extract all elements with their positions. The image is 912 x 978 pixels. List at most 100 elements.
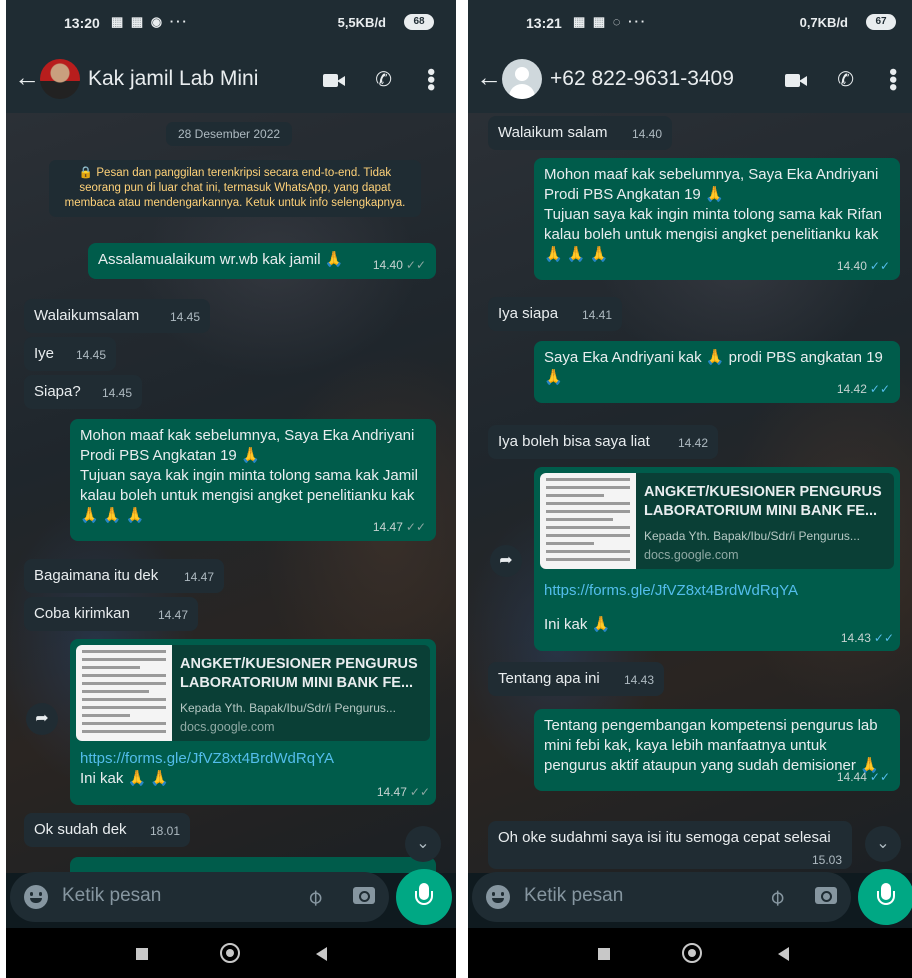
message-time: 14.47 (157, 608, 188, 622)
back-arrow-icon[interactable]: ← (14, 64, 40, 90)
link-message-outgoing[interactable]: ANGKET/KUESIONER PENGURUS LABORATORIUM M… (70, 639, 436, 805)
message-link[interactable]: https://forms.gle/JfVZ8xt4BrdWdRqYA (540, 577, 894, 615)
back-nav-icon[interactable] (778, 947, 789, 961)
message-text: Coba kirimkan (34, 605, 130, 622)
message-bubble-incoming[interactable]: Tentang apa ini 14.43 (488, 662, 664, 696)
message-text: Mohon maaf kak sebelumnya, Saya Eka Andr… (80, 427, 415, 464)
message-bubble-outgoing[interactable]: Mohon maaf kak sebelumnya, Saya Eka Andr… (70, 419, 436, 541)
home-icon[interactable] (682, 943, 702, 963)
link-description: Kepada Yth. Bapak/Ibu/Sdr/i Pengurus... (180, 701, 396, 715)
more-options-icon[interactable]: ••• (419, 68, 444, 91)
mic-button[interactable] (396, 869, 452, 925)
double-check-icon: ✓✓ (873, 631, 894, 645)
double-check-icon: ✓✓ (409, 785, 430, 799)
message-list: Walaikum salam 14.40 Mohon maaf kak sebe… (468, 113, 912, 873)
message-text: Tujuan saya kak ingin minta tolong sama … (544, 206, 882, 263)
chat-screen-left: 13:20 ▦ ▦ ◉ ··· 5,5KB/d 68 ← Kak jamil L… (6, 0, 456, 978)
back-nav-icon[interactable] (316, 947, 327, 961)
recents-icon[interactable] (136, 948, 148, 960)
link-title: ANGKET/KUESIONER PENGURUS LABORATORIUM M… (180, 656, 418, 691)
message-time: 14.42 (677, 436, 708, 450)
status-time: 13:20 (64, 15, 100, 31)
message-link[interactable]: https://forms.gle/JfVZ8xt4BrdWdRqYA (76, 749, 430, 769)
message-bubble-incoming[interactable]: Walaikumsalam 14.45 (24, 299, 210, 333)
forward-icon[interactable]: ➦ (490, 545, 522, 577)
more-options-icon[interactable]: ••• (881, 68, 906, 91)
message-bubble-outgoing[interactable]: Assalamualaikum wr.wb kak jamil 🙏 14.40 ✓… (88, 243, 436, 279)
message-bubble-incoming[interactable]: Ok sudah dek 18.01 (24, 813, 190, 847)
voice-call-icon[interactable]: ✆ (375, 69, 392, 91)
message-input[interactable]: Ketik pesan ⌀ (10, 872, 389, 922)
message-text: Assalamualaikum wr.wb kak jamil 🙏 (98, 251, 344, 268)
message-time: 14.42 (836, 382, 867, 396)
message-text: Ok sudah dek (34, 821, 127, 838)
encryption-notice[interactable]: 🔒 Pesan dan panggilan terenkripsi secara… (49, 160, 421, 217)
scroll-down-icon[interactable]: ⌄ (865, 826, 901, 862)
message-text: Tujuan saya kak ingin minta tolong sama … (80, 467, 418, 524)
input-placeholder: Ketik pesan (524, 885, 624, 906)
message-time: 14.40 (631, 127, 662, 141)
double-check-icon: ✓✓ (405, 520, 426, 534)
message-time: 14.40 (836, 259, 867, 273)
status-bar: 13:21 ▦ ▦ ◌ ··· 0,7KB/d 67 (468, 0, 912, 46)
link-domain: docs.google.com (180, 720, 275, 734)
attach-icon[interactable]: ⌀ (763, 883, 791, 911)
message-bubble-outgoing[interactable]: Saya Eka Andriyani kak 🙏 prodi PBS angka… (534, 341, 900, 403)
message-bubble-outgoing[interactable]: Tentang pengembangan kompetensi pengurus… (534, 709, 900, 791)
link-preview[interactable]: ANGKET/KUESIONER PENGURUS LABORATORIUM M… (540, 473, 894, 569)
message-text: Tentang pengembangan kompetensi pengurus… (544, 717, 879, 774)
message-input[interactable]: Ketik pesan ⌀ (472, 872, 851, 922)
message-bubble-outgoing[interactable]: Mohon maaf kak sebelumnya, Saya Eka Andr… (534, 158, 900, 280)
message-bubble-incoming[interactable]: Bagaimana itu dek 14.47 (24, 559, 224, 593)
emoji-icon[interactable] (486, 885, 510, 909)
message-bubble-incoming[interactable]: Walaikum salam 14.40 (488, 116, 672, 150)
link-thumbnail (540, 473, 636, 569)
message-bubble-incoming[interactable]: Siapa? 14.45 (24, 375, 142, 409)
message-text: Iya siapa (498, 305, 559, 322)
contact-name[interactable]: Kak jamil Lab Mini (88, 67, 258, 91)
video-call-icon[interactable] (785, 73, 808, 87)
emoji-icon[interactable] (24, 885, 48, 909)
message-time: 14.45 (101, 386, 132, 400)
voice-call-icon[interactable]: ✆ (837, 69, 854, 91)
message-time: 14.45 (75, 348, 106, 362)
notification-icons: ▦ ▦ ◉ ··· (111, 14, 189, 29)
message-bubble-incoming[interactable]: Coba kirimkan 14.47 (24, 597, 198, 631)
attach-icon[interactable]: ⌀ (301, 883, 329, 911)
system-nav-bar (6, 928, 456, 978)
message-text: Mohon maaf kak sebelumnya, Saya Eka Andr… (544, 166, 879, 203)
link-description: Kepada Yth. Bapak/Ibu/Sdr/i Pengurus... (644, 529, 860, 543)
link-preview[interactable]: ANGKET/KUESIONER PENGURUS LABORATORIUM M… (76, 645, 430, 741)
message-time: 14.47 (372, 520, 403, 534)
message-text: Bagaimana itu dek (34, 567, 159, 584)
back-arrow-icon[interactable]: ← (476, 64, 502, 90)
message-bubble-incoming[interactable]: Iye 14.45 (24, 337, 116, 371)
message-text: Walaikum salam (498, 124, 608, 141)
message-bubble-incoming[interactable]: Iya siapa 14.41 (488, 297, 622, 331)
link-message-outgoing[interactable]: ANGKET/KUESIONER PENGURUS LABORATORIUM M… (534, 467, 900, 651)
contact-name[interactable]: +62 822-9631-3409 (550, 67, 734, 91)
double-check-icon: ✓✓ (869, 382, 890, 396)
video-call-icon[interactable] (323, 73, 346, 87)
contact-avatar[interactable] (40, 59, 80, 99)
home-icon[interactable] (220, 943, 240, 963)
message-text: Iye (34, 345, 55, 362)
chat-screen-right: 13:21 ▦ ▦ ◌ ··· 0,7KB/d 67 ← +62 822-963… (468, 0, 912, 978)
battery-icon: 68 (404, 14, 434, 30)
message-bubble-incoming[interactable]: Iya boleh bisa saya liat 14.42 (488, 425, 718, 459)
message-bubble-incoming[interactable]: Oh oke sudahmi saya isi itu semoga cepat… (488, 821, 852, 869)
camera-icon[interactable] (815, 887, 837, 904)
message-composer: Ketik pesan ⌀ (6, 866, 456, 928)
forward-icon[interactable]: ➦ (26, 703, 58, 735)
mic-button[interactable] (858, 869, 912, 925)
double-check-icon: ✓✓ (405, 258, 426, 272)
message-time: 14.47 (376, 785, 407, 799)
message-time: 14.40 (372, 258, 403, 272)
recents-icon[interactable] (598, 948, 610, 960)
message-time: 14.47 (183, 570, 214, 584)
camera-icon[interactable] (353, 887, 375, 904)
message-time: 18.01 (149, 824, 180, 838)
scroll-down-icon[interactable]: ⌄ (405, 826, 441, 862)
contact-avatar[interactable] (502, 59, 542, 99)
message-list: 28 Desember 2022 🔒 Pesan dan panggilan t… (6, 113, 456, 873)
